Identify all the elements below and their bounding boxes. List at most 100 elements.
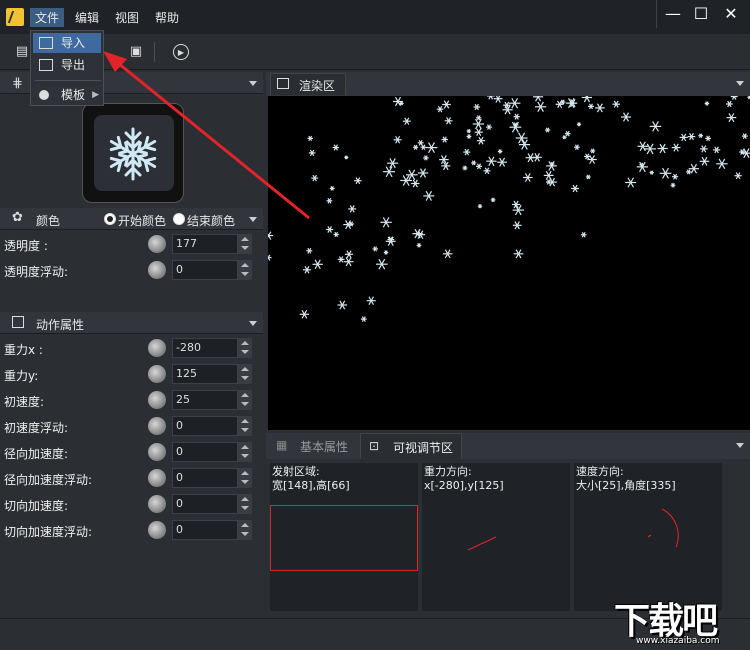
snow-particle	[513, 249, 524, 259]
gravity-y-knob[interactable]	[148, 365, 166, 383]
minimize-icon[interactable]: —	[660, 2, 686, 26]
gravity-x-spin[interactable]	[238, 338, 252, 358]
snow-particle	[734, 172, 742, 180]
template-icon	[39, 90, 49, 100]
snow-particle	[477, 203, 483, 209]
menu-view[interactable]: 视图	[110, 8, 144, 27]
snow-particle	[423, 155, 429, 161]
snow-particle	[472, 118, 485, 130]
collapse-arrow-icon[interactable]	[249, 321, 257, 326]
menu-item-import[interactable]: 导入	[33, 33, 101, 53]
radial-accel-input[interactable]: 0	[172, 442, 238, 462]
prop-label: 透明度 :	[4, 239, 48, 253]
emit-rect[interactable]	[270, 505, 418, 571]
color-props: 透明度 : 177 透明度浮动: 0	[0, 232, 263, 310]
snow-particle	[483, 167, 491, 175]
radial-accel-spin[interactable]	[238, 442, 252, 462]
basic-props-icon: ▦	[276, 438, 288, 452]
snow-particle	[380, 217, 392, 228]
speed-vector[interactable]	[574, 463, 722, 611]
snow-particle	[423, 190, 435, 201]
snow-particle	[417, 139, 424, 146]
import-icon	[39, 37, 53, 49]
snow-particle	[612, 100, 620, 108]
close-icon[interactable]: ✕	[718, 2, 744, 26]
prop-label: 初速度浮动:	[4, 421, 69, 435]
opacity-spin[interactable]	[238, 234, 252, 254]
gravity-x-knob[interactable]	[148, 339, 166, 357]
speed-knob[interactable]	[148, 391, 166, 409]
emit-area-panel[interactable]: 发射区域: 宽[148],高[66]	[270, 463, 418, 611]
speed-float-knob[interactable]	[148, 417, 166, 435]
snow-particle	[376, 258, 388, 270]
gravity-y-spin[interactable]	[238, 364, 252, 384]
opacity-float-spin[interactable]	[238, 260, 252, 280]
snow-particle	[473, 103, 481, 111]
tab-basic-properties[interactable]: ▦ 基本属性	[270, 433, 356, 457]
snow-particle	[416, 242, 422, 248]
tab-visual-adjust[interactable]: ⊡ 可视调节区	[360, 433, 462, 459]
snow-particle	[716, 158, 728, 170]
gravity-vector[interactable]	[422, 463, 570, 611]
snow-particle	[513, 113, 520, 120]
snow-particle	[562, 135, 567, 140]
motion-section-title: 动作属性	[36, 318, 85, 332]
speed-input[interactable]: 25	[172, 390, 238, 410]
tangent-accel-float-knob[interactable]	[148, 521, 166, 539]
speed-float-spin[interactable]	[238, 416, 252, 436]
snow-particle	[493, 96, 503, 103]
menu-file[interactable]: 文件	[30, 8, 65, 27]
snow-particle	[383, 166, 396, 178]
gravity-direction-panel[interactable]: 重力方向: x[-280],y[125]	[422, 463, 570, 611]
radial-accel-float-knob[interactable]	[148, 469, 166, 487]
menu-edit[interactable]: 编辑	[70, 8, 104, 27]
collapse-arrow-icon[interactable]	[736, 81, 744, 86]
snow-particle	[564, 130, 571, 137]
tangent-accel-float-spin[interactable]	[238, 520, 252, 540]
render-canvas[interactable]	[268, 96, 750, 430]
tangent-accel-spin[interactable]	[238, 494, 252, 514]
tangent-accel-knob[interactable]	[148, 495, 166, 513]
gravity-x-input[interactable]: -280	[172, 338, 238, 358]
snow-particle	[413, 144, 419, 150]
snow-particle	[725, 100, 733, 108]
snow-particle	[547, 177, 557, 187]
visual-adjust-icon: ⊡	[369, 439, 380, 453]
opacity-float-knob[interactable]	[148, 261, 166, 279]
menu-separator	[35, 80, 101, 81]
snow-particle	[466, 128, 471, 134]
snow-particle	[560, 99, 566, 105]
opacity-input[interactable]: 177	[172, 234, 238, 254]
snow-particle	[303, 266, 311, 274]
opacity-float-input[interactable]: 0	[172, 260, 238, 280]
speed-spin[interactable]	[238, 390, 252, 410]
snow-particle	[649, 170, 654, 175]
color-section-title: 颜色	[36, 214, 61, 228]
snow-particle	[463, 148, 471, 156]
snow-particle	[490, 197, 496, 203]
tangent-accel-input[interactable]: 0	[172, 494, 238, 514]
snow-particle	[411, 179, 420, 188]
maximize-icon[interactable]: ☐	[688, 2, 714, 26]
radial-accel-float-input[interactable]: 0	[172, 468, 238, 488]
snow-particle	[497, 149, 503, 154]
radial-accel-float-spin[interactable]	[238, 468, 252, 488]
new-file-icon[interactable]: ▤	[14, 44, 30, 60]
snow-particle	[713, 146, 721, 154]
collapse-arrow-icon[interactable]	[736, 443, 744, 448]
radial-accel-knob[interactable]	[148, 443, 166, 461]
snow-particle	[533, 96, 544, 102]
menu-item-template[interactable]: 模板 ▶	[33, 85, 101, 105]
tangent-accel-float-input[interactable]: 0	[172, 520, 238, 540]
speed-direction-panel[interactable]: 速度方向: 大小[25],角度[335]	[574, 463, 722, 611]
opacity-knob[interactable]	[148, 235, 166, 253]
menu-item-export[interactable]: 导出	[33, 55, 101, 75]
motion-icon	[12, 316, 24, 328]
snow-particle	[326, 226, 334, 233]
menu-help[interactable]: 帮助	[150, 8, 184, 27]
snow-particle	[581, 96, 593, 103]
gravity-y-input[interactable]: 125	[172, 364, 238, 384]
snow-particle	[580, 232, 587, 238]
snow-particle	[344, 155, 349, 160]
speed-float-input[interactable]: 0	[172, 416, 238, 436]
